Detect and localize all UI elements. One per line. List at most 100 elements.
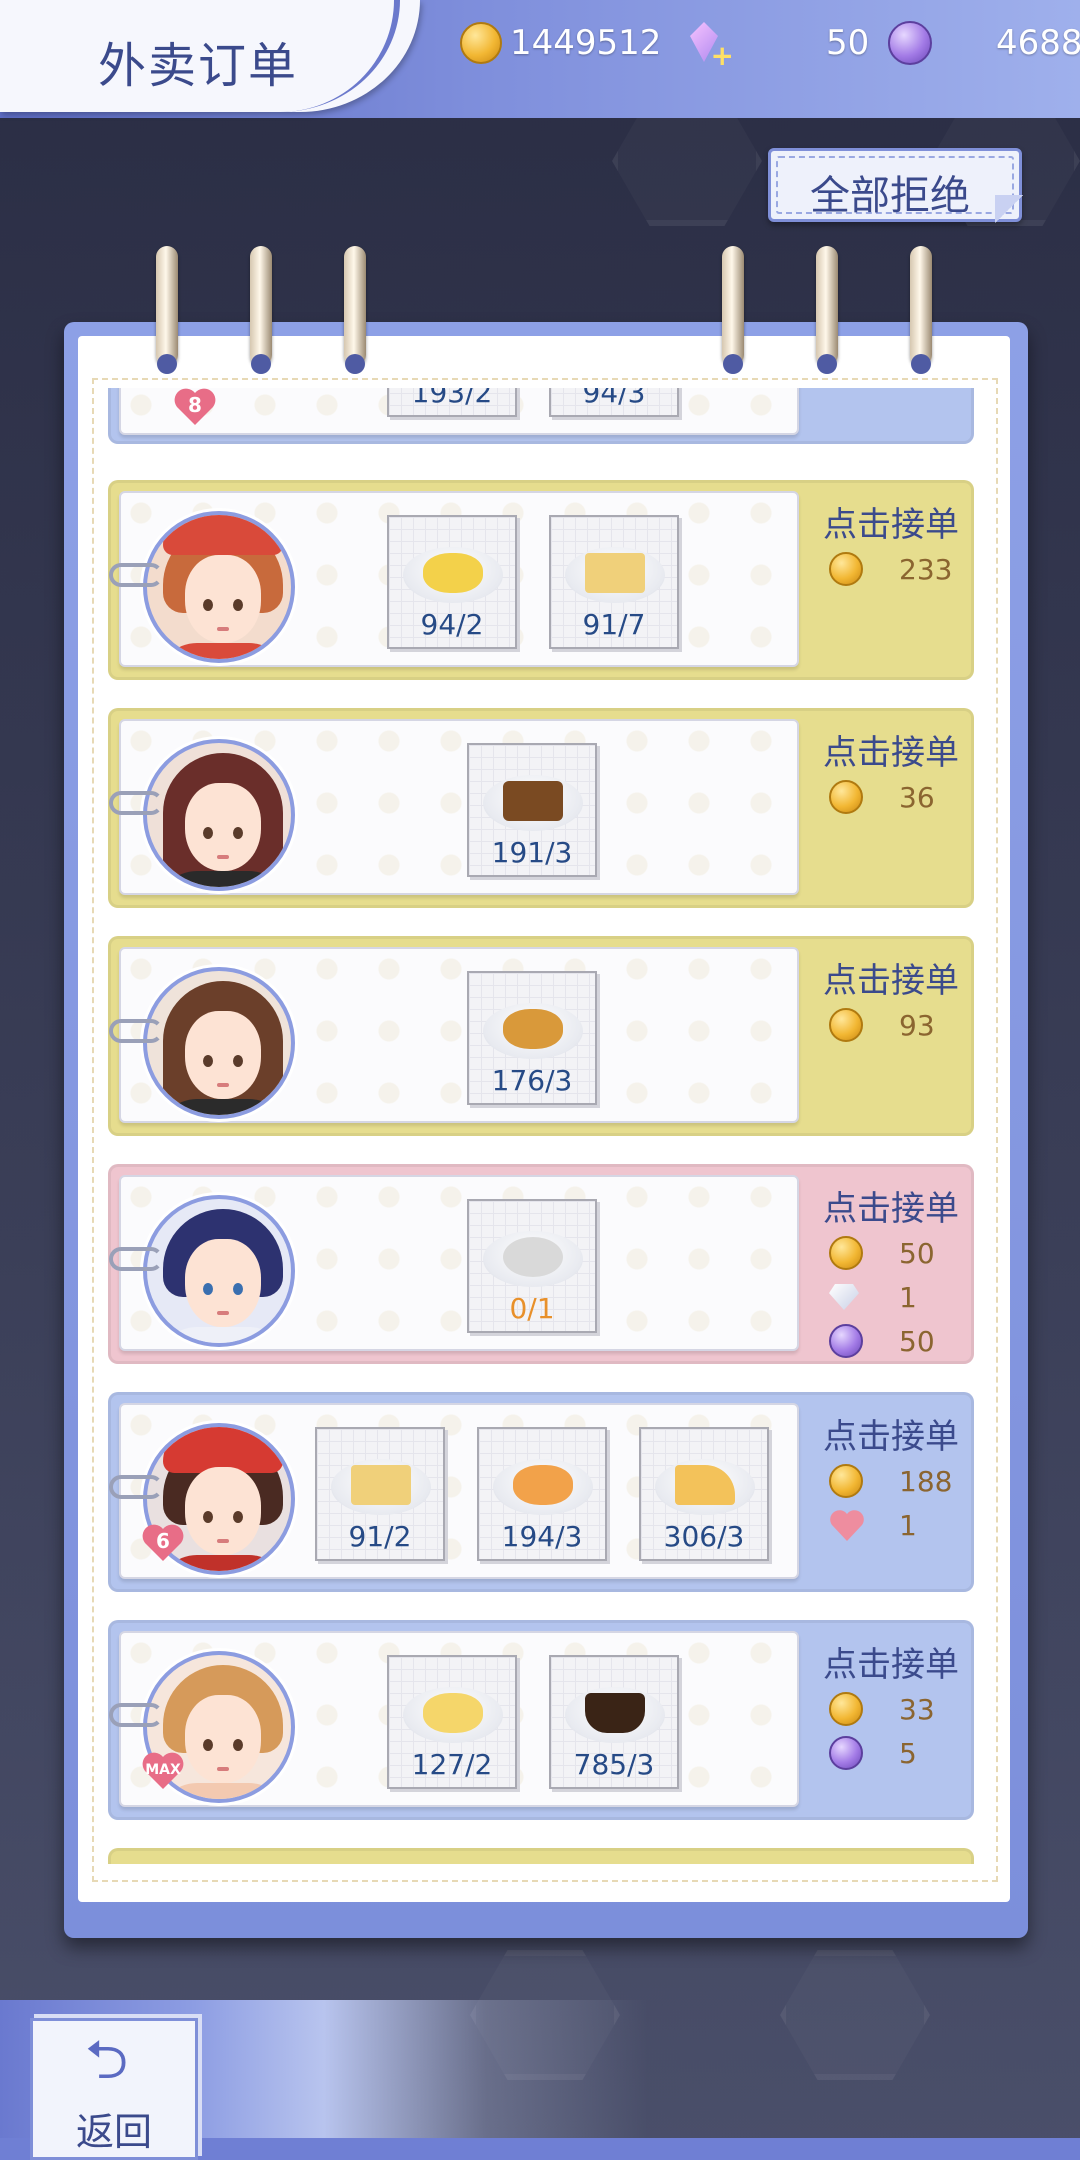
reward-value: 1 <box>899 1280 917 1314</box>
reject-all-label: 全部拒绝 <box>810 173 970 219</box>
dish-latte-art[interactable]: 0/1 <box>467 1199 597 1333</box>
accept-order-button[interactable]: 点击接单 <box>811 1181 971 1230</box>
order-slip: 94/2 91/7 <box>109 491 799 667</box>
reward-value: 1 <box>899 1508 917 1542</box>
accept-order-button[interactable]: 点击接单 <box>811 953 971 1002</box>
gold-coin-icon <box>829 552 863 586</box>
order-slip: 6 91/2 194/3 306/3 <box>109 1403 799 1579</box>
order-card[interactable]: 191/3 点击接单 36 <box>108 708 974 908</box>
reward-panel[interactable]: 点击接单 93 <box>811 953 971 1046</box>
paperclip-icon <box>109 1475 163 1499</box>
dish-count: 0/1 <box>509 1292 555 1325</box>
reward-panel[interactable]: 点击接单 33 5 <box>811 1637 971 1774</box>
diamond-icon <box>829 1284 859 1310</box>
reward-panel[interactable]: 点击接单 188 1 <box>811 1409 971 1546</box>
reward-row: 50 <box>811 1320 971 1362</box>
dish-potato-salad[interactable]: 94/2 <box>387 515 517 649</box>
binder-ring <box>250 246 272 374</box>
reward-value: 233 <box>899 552 953 586</box>
gold-coin-icon <box>829 1692 863 1726</box>
reward-row: 1 <box>811 1504 971 1546</box>
accept-order-button[interactable]: 点击接单 <box>811 497 971 546</box>
top-bar: 外卖订单 1449512 50 4688 <box>0 0 1080 118</box>
dish-banana-dessert[interactable]: 127/2 <box>387 1655 517 1789</box>
dish-count: 785/3 <box>573 1748 655 1781</box>
dish-count: 94/3 <box>582 388 646 409</box>
dish-pizza-slice[interactable]: 306/3 <box>639 1427 769 1561</box>
order-card[interactable]: 0/1 点击接单 50 1 50 <box>108 1164 974 1364</box>
order-slip: 191/3 <box>109 719 799 895</box>
level-heart-badge: MAX <box>141 1751 185 1791</box>
title-tab: 外卖订单 <box>0 0 420 112</box>
reward-value: 188 <box>899 1464 953 1498</box>
order-card-partial[interactable] <box>108 1848 974 1864</box>
crystal-value: 50 <box>826 23 870 63</box>
order-card-partial[interactable]: 8 193/2 94/3 <box>108 388 974 444</box>
binder-ring <box>910 246 932 374</box>
level-value: MAX <box>145 1762 181 1778</box>
customer-avatar <box>143 739 295 891</box>
gem-value: 4688 <box>996 23 1080 63</box>
dish-count: 91/7 <box>582 608 646 641</box>
binder-ring <box>722 246 744 374</box>
crystal-counter[interactable]: 50 <box>686 16 870 72</box>
order-list[interactable]: 8 193/2 94/3 94/2 91/7 点击接单 233 191/3 点击… <box>96 388 994 1864</box>
reward-value: 36 <box>899 780 935 814</box>
reward-panel[interactable]: 点击接单 36 <box>811 725 971 818</box>
dish-card[interactable]: 193/2 <box>387 388 517 417</box>
back-button[interactable]: ⮌ 返回 <box>30 2018 198 2160</box>
gold-counter[interactable]: 1449512 <box>460 16 661 70</box>
customer-avatar <box>143 1195 295 1347</box>
order-card[interactable]: 176/3 点击接单 93 <box>108 936 974 1136</box>
reward-row: 233 <box>811 548 971 590</box>
dish-count: 127/2 <box>411 1748 493 1781</box>
order-card[interactable]: 94/2 91/7 点击接单 233 <box>108 480 974 680</box>
dish-count: 306/3 <box>663 1520 745 1553</box>
dish-omelette[interactable]: 194/3 <box>477 1427 607 1561</box>
level-heart-badge: 8 <box>173 388 217 427</box>
reject-all-button[interactable]: 全部拒绝 <box>768 148 1023 223</box>
page-title: 外卖订单 <box>98 38 299 94</box>
heart-icon <box>829 1508 865 1542</box>
dish-sandwich[interactable]: 91/2 <box>315 1427 445 1561</box>
paperclip-icon <box>109 1703 163 1727</box>
customer-avatar <box>143 511 295 663</box>
level-value: 6 <box>156 1529 170 1553</box>
paperclip-icon <box>109 1247 163 1271</box>
reward-value: 50 <box>899 1236 935 1270</box>
binder-ring <box>344 246 366 374</box>
binder-ring <box>816 246 838 374</box>
reward-panel[interactable]: 点击接单 50 1 50 <box>811 1181 971 1362</box>
dish-count: 176/3 <box>491 1064 573 1097</box>
accept-order-button[interactable]: 点击接单 <box>811 725 971 774</box>
reward-value: 50 <box>899 1324 935 1358</box>
gold-coin-icon <box>829 1464 863 1498</box>
dish-count: 194/3 <box>501 1520 583 1553</box>
dish-card[interactable]: 94/3 <box>549 388 679 417</box>
accept-order-button[interactable]: 点击接单 <box>811 1409 971 1458</box>
dish-cake-slice[interactable]: 191/3 <box>467 743 597 877</box>
gold-coin-icon <box>829 780 863 814</box>
dish-count: 94/2 <box>420 608 484 641</box>
crystal-plus-icon <box>686 20 734 72</box>
order-slip: 8 193/2 94/3 <box>119 388 799 435</box>
order-card[interactable]: MAX 127/2 785/3 点击接单 33 5 <box>108 1620 974 1820</box>
accept-order-button[interactable]: 点击接单 <box>811 1637 971 1686</box>
gem-icon <box>829 1324 863 1358</box>
dish-coffee-cup[interactable]: 785/3 <box>549 1655 679 1789</box>
paperclip-icon <box>109 791 163 815</box>
back-label: 返回 <box>75 2110 152 2154</box>
order-card[interactable]: 6 91/2 194/3 306/3 点击接单 188 1 <box>108 1392 974 1592</box>
reward-row: 50 <box>811 1232 971 1274</box>
dish-sandwich[interactable]: 91/7 <box>549 515 679 649</box>
dish-fried-fish[interactable]: 176/3 <box>467 971 597 1105</box>
back-arrow-icon: ⮌ <box>85 2028 129 2091</box>
order-slip: MAX 127/2 785/3 <box>109 1631 799 1807</box>
reward-panel[interactable]: 点击接单 233 <box>811 497 971 590</box>
dish-count: 193/2 <box>411 388 493 409</box>
level-value: 8 <box>188 393 202 417</box>
reward-row: 188 <box>811 1460 971 1502</box>
paperclip-icon <box>109 1019 163 1043</box>
gem-counter[interactable]: 4688 <box>888 16 1080 70</box>
reward-row: 5 <box>811 1732 971 1774</box>
